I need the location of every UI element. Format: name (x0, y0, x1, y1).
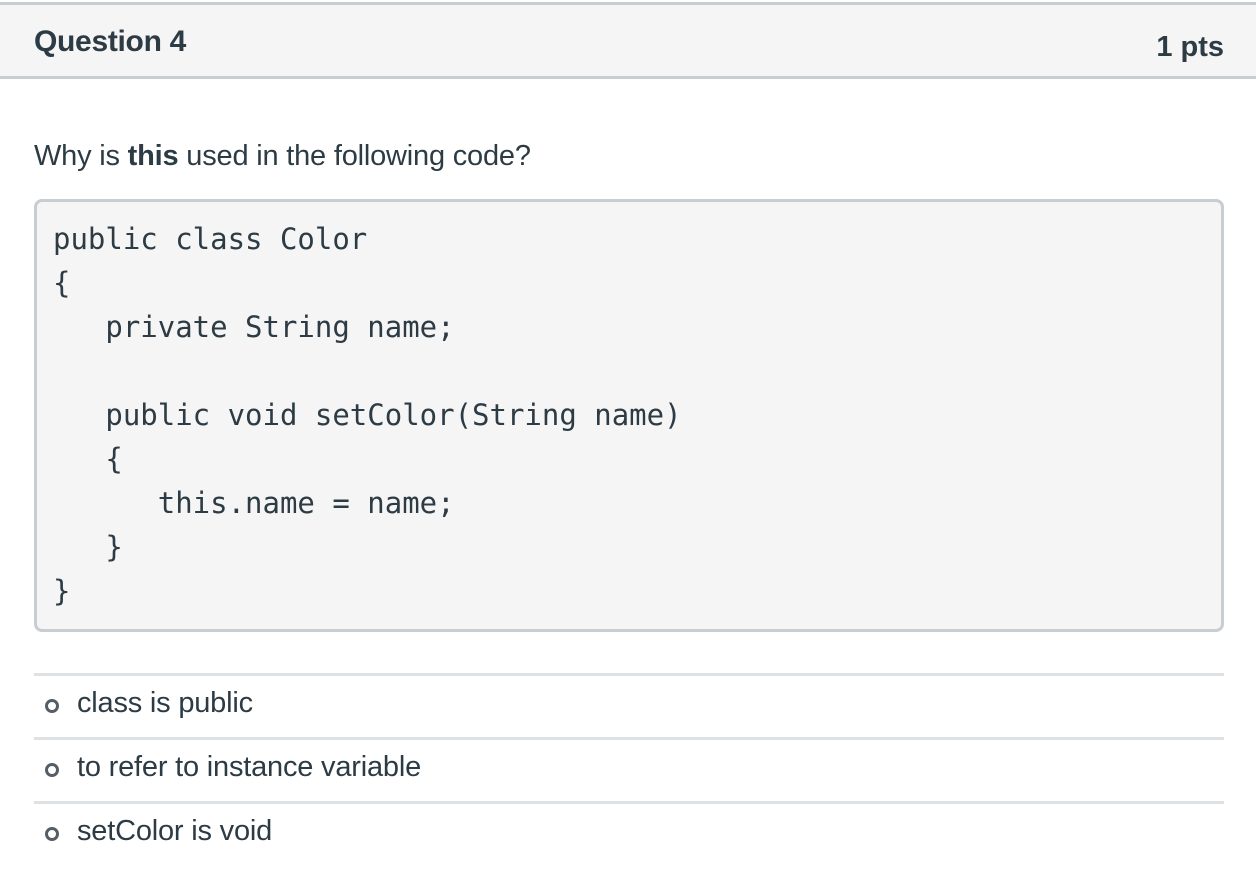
answer-label[interactable]: class is public (77, 687, 253, 720)
answer-label[interactable]: setColor is void (77, 815, 272, 848)
answer-option[interactable]: class is public (34, 673, 1224, 737)
answer-option[interactable]: setColor is void (34, 801, 1224, 865)
prompt-keyword: this (127, 140, 179, 172)
answer-label[interactable]: to refer to instance variable (77, 751, 421, 784)
radio-button-icon[interactable] (45, 699, 59, 713)
quiz-question: Question 4 1 pts Why is this used in the… (0, 0, 1256, 880)
radio-button-icon[interactable] (45, 827, 59, 841)
question-points: 1 pts (1156, 31, 1224, 63)
question-title: Question 4 (34, 25, 187, 58)
code-block: public class Color { private String name… (34, 199, 1224, 632)
question-prompt: Why is this used in the following code? (34, 140, 531, 173)
radio-button-icon[interactable] (45, 763, 59, 777)
prompt-text-start: Why is (34, 140, 128, 172)
question-header: Question 4 1 pts (0, 2, 1256, 79)
code-text: public class Color { private String name… (53, 222, 682, 608)
answer-list: class is public to refer to instance var… (34, 673, 1224, 865)
answer-option[interactable]: to refer to instance variable (34, 737, 1224, 801)
prompt-text-end: used in the following code? (178, 140, 531, 172)
